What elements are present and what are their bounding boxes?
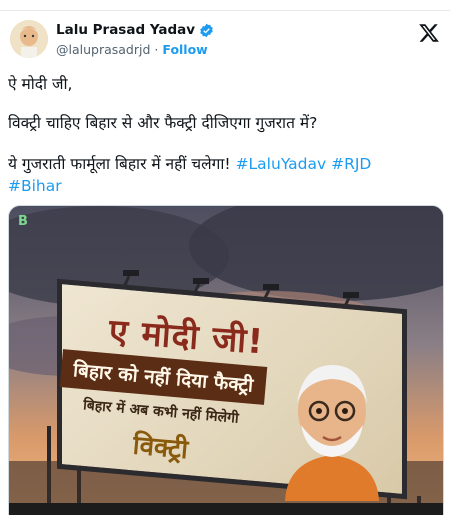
tweet-line-3-text: ये गुजराती फार्मूला बिहार में नहीं चलेगा… [8, 155, 231, 173]
image-bottom-strip [9, 503, 443, 515]
hashtag-bihar[interactable]: #Bihar [8, 177, 62, 195]
tweet-line-3: ये गुजराती फार्मूला बिहार में नहीं चलेगा… [8, 153, 438, 197]
hashtag-rjd[interactable]: #RJD [331, 155, 371, 173]
watermark-badge: B [18, 214, 28, 229]
avatar[interactable] [10, 20, 48, 58]
cartoon-portrait-icon [285, 365, 379, 501]
avatar-portrait-icon [10, 20, 48, 58]
tweet-media-image[interactable]: B ए मोदी जी! बिहार को नहीं दिया फैक्ट्री… [8, 205, 444, 515]
hashtag-laluyadav[interactable]: #LaluYadav [236, 155, 327, 173]
follow-button[interactable]: Follow [162, 42, 207, 57]
tweet-line-1: ऐ मोदी जी, [8, 75, 73, 93]
top-divider [0, 10, 450, 11]
tweet-header: Lalu Prasad Yadav @laluprasadrjd · Follo… [8, 18, 442, 64]
author-handle[interactable]: @laluprasadrjd [56, 42, 150, 57]
billboard-victory-text: विक्ट्री [131, 430, 190, 466]
author-name[interactable]: Lalu Prasad Yadav [56, 22, 195, 38]
separator-dot: · [154, 42, 159, 57]
tweet-line-2: विक्ट्री चाहिए बिहार से और फैक्ट्री दीजि… [8, 114, 318, 132]
x-logo-icon[interactable] [418, 22, 440, 44]
verified-badge-icon [200, 23, 213, 37]
